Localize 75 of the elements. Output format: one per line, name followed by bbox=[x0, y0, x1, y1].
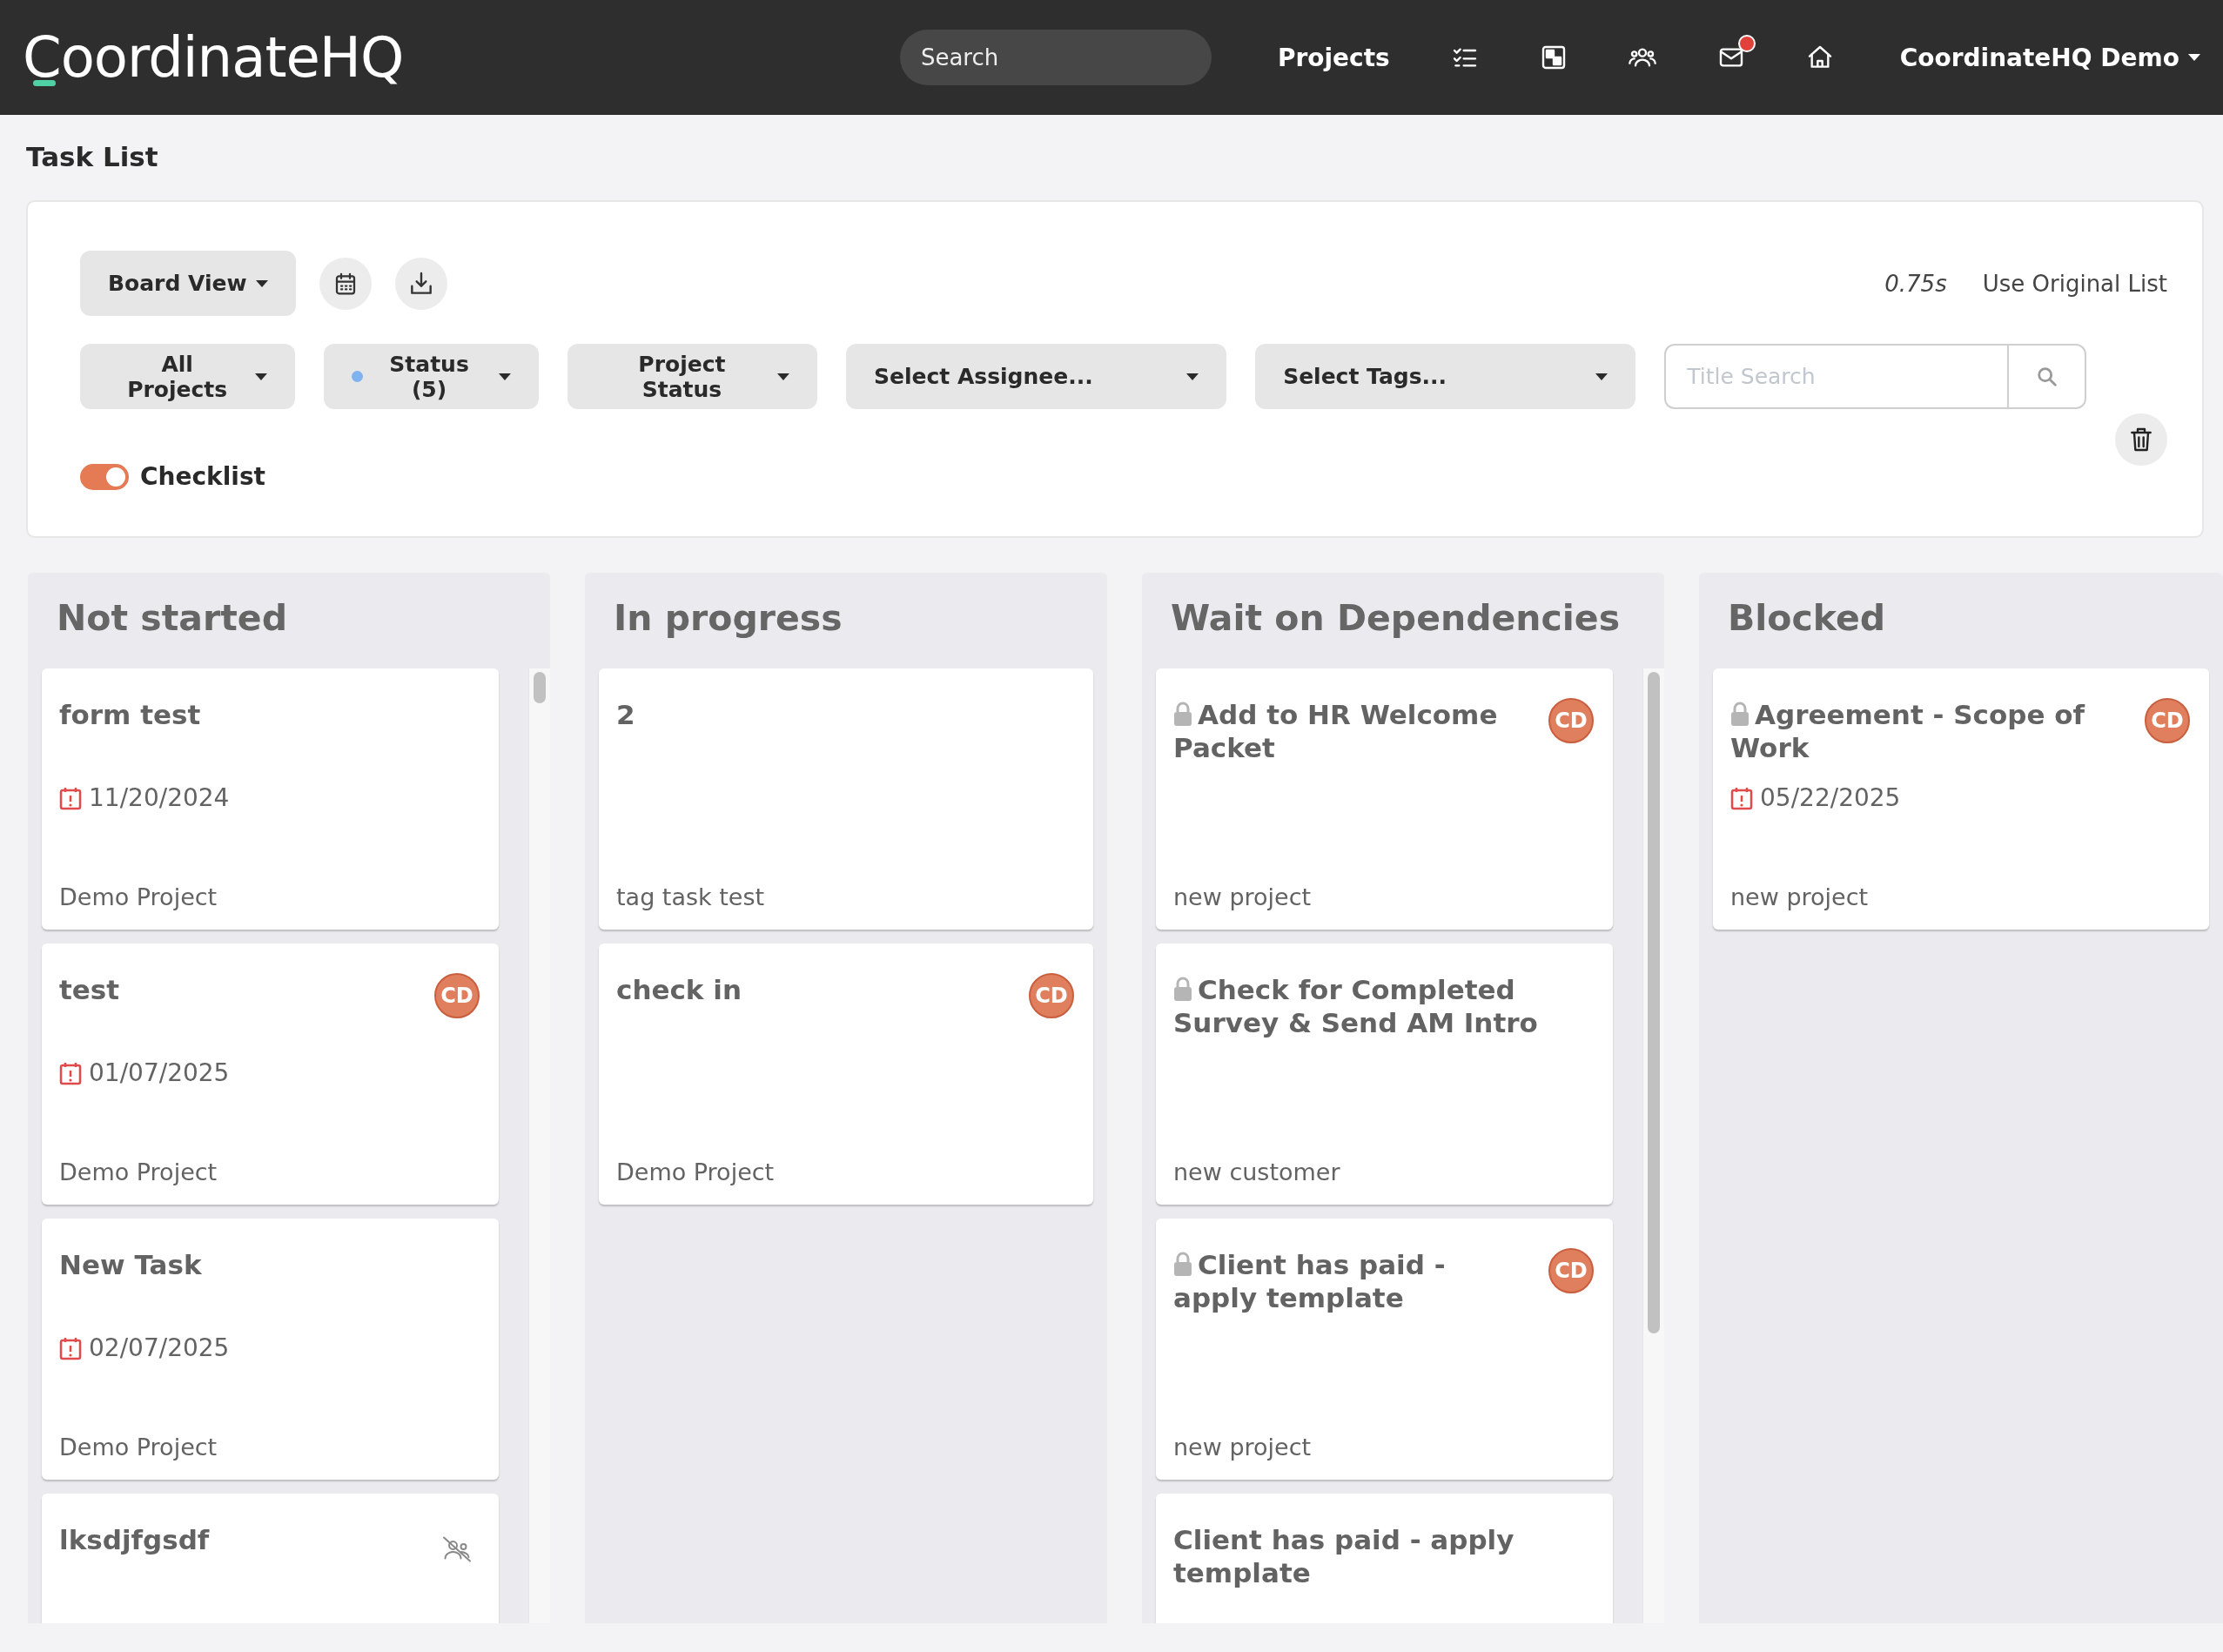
project-name: new project bbox=[1173, 883, 1313, 910]
filter-dropdown[interactable]: Status (5) bbox=[324, 344, 539, 409]
search-field[interactable]: Search bbox=[899, 30, 1212, 85]
project-name: new project bbox=[1730, 883, 1870, 910]
column-title: Wait on Dependencies bbox=[1170, 596, 1622, 641]
caret-icon bbox=[777, 373, 789, 380]
page-title: Task List bbox=[25, 140, 159, 174]
search-button[interactable] bbox=[2007, 344, 2087, 409]
task-title: Client has paid - apply template bbox=[1173, 1523, 1515, 1589]
avatar: CD bbox=[1548, 698, 1594, 743]
project-name: Demo Project bbox=[59, 1434, 218, 1461]
task-card[interactable]: test CD 01/07/2025 Demo Project bbox=[42, 944, 499, 1205]
task-title: check in bbox=[616, 973, 742, 1006]
task-card[interactable]: Agreement - Scope of Work CD 05/22/2025 new project bbox=[1713, 668, 2209, 930]
avatar: CD bbox=[434, 973, 480, 1018]
task-card[interactable]: 2 tag task test bbox=[599, 668, 1093, 930]
task-title: Add to HR Welcome Packet bbox=[1173, 698, 1499, 764]
original-list-link[interactable]: Use Original List bbox=[1982, 270, 2167, 297]
caret-icon bbox=[255, 373, 268, 380]
due-date: 01/07/2025 bbox=[89, 1058, 230, 1087]
calendar-alert-icon bbox=[59, 1335, 82, 1360]
due-date: 02/07/2025 bbox=[89, 1333, 230, 1362]
load-time: 0.75s bbox=[1884, 270, 1947, 297]
avatar: CD bbox=[1548, 1248, 1594, 1293]
column-title: Not started bbox=[56, 596, 288, 641]
task-card[interactable]: Client has paid - apply template bbox=[1156, 1494, 1613, 1623]
column-title: Blocked bbox=[1727, 596, 1887, 641]
filter-dropdown[interactable]: All Projects bbox=[80, 344, 296, 409]
task-card[interactable]: Client has paid - apply template CD new project bbox=[1156, 1219, 1613, 1480]
task-card[interactable]: New Task 02/07/2025 Demo Project bbox=[42, 1219, 499, 1480]
scrollbar[interactable] bbox=[528, 668, 550, 1623]
task-title: test bbox=[59, 973, 121, 1006]
task-title: 2 bbox=[616, 698, 636, 731]
filter-dropdown[interactable]: Select Tags... bbox=[1255, 344, 1636, 409]
status-dot bbox=[352, 371, 364, 382]
task-title: Check for Completed Survey & Send AM Intro bbox=[1173, 973, 1539, 1039]
caret-icon bbox=[1595, 373, 1608, 380]
task-title: New Task bbox=[59, 1248, 203, 1281]
task-title: lksdjfgsdf bbox=[59, 1523, 211, 1556]
caret-icon bbox=[2188, 54, 2200, 61]
task-title: form test bbox=[59, 698, 202, 731]
scrollbar[interactable] bbox=[1642, 668, 1664, 1623]
avatar: CD bbox=[1029, 973, 1074, 1018]
title-search-field[interactable]: Title Search bbox=[1664, 344, 2008, 409]
calendar-alert-icon bbox=[1730, 785, 1753, 810]
due-date: 11/20/2024 bbox=[89, 783, 230, 812]
checklist-toggle[interactable] bbox=[80, 463, 129, 490]
project-name: new project bbox=[1173, 1434, 1313, 1461]
project-name: Demo Project bbox=[616, 1158, 776, 1185]
caret-icon bbox=[1186, 373, 1199, 380]
view-dropdown[interactable]: Board View bbox=[80, 251, 296, 316]
calendar-alert-icon bbox=[59, 1060, 82, 1085]
toggle-label: Checklist bbox=[140, 462, 265, 491]
column-title: In progress bbox=[613, 596, 843, 641]
logo[interactable]: CoordinateHQ bbox=[23, 25, 404, 90]
calendar-alert-icon bbox=[59, 785, 82, 810]
task-card[interactable]: lksdjfgsdf bbox=[42, 1494, 499, 1623]
filter-dropdown[interactable]: Select Assignee... bbox=[845, 344, 1227, 409]
project-name: tag task test bbox=[616, 883, 766, 910]
avatar: CD bbox=[2145, 698, 2190, 743]
task-card[interactable]: check in CD Demo Project bbox=[599, 944, 1093, 1205]
task-title: Client has paid - apply template bbox=[1173, 1248, 1447, 1314]
projects-link[interactable]: Projects bbox=[1277, 43, 1390, 72]
caret-icon bbox=[498, 373, 511, 380]
project-name: Demo Project bbox=[59, 883, 218, 910]
project-name: Demo Project bbox=[59, 1158, 218, 1185]
project-name: new customer bbox=[1173, 1158, 1341, 1185]
task-card[interactable]: Add to HR Welcome Packet CD new project bbox=[1156, 668, 1613, 930]
caret-icon bbox=[255, 279, 268, 287]
task-card[interactable]: form test 11/20/2024 Demo Project bbox=[42, 668, 499, 930]
due-date: 05/22/2025 bbox=[1760, 783, 1901, 812]
filter-dropdown[interactable]: Project Status bbox=[567, 344, 817, 409]
task-card[interactable]: Check for Completed Survey & Send AM Intro new customer bbox=[1156, 944, 1613, 1205]
user-menu[interactable]: CoordinateHQ Demo bbox=[1899, 43, 2200, 72]
task-title: Agreement - Scope of Work bbox=[1730, 698, 2086, 764]
